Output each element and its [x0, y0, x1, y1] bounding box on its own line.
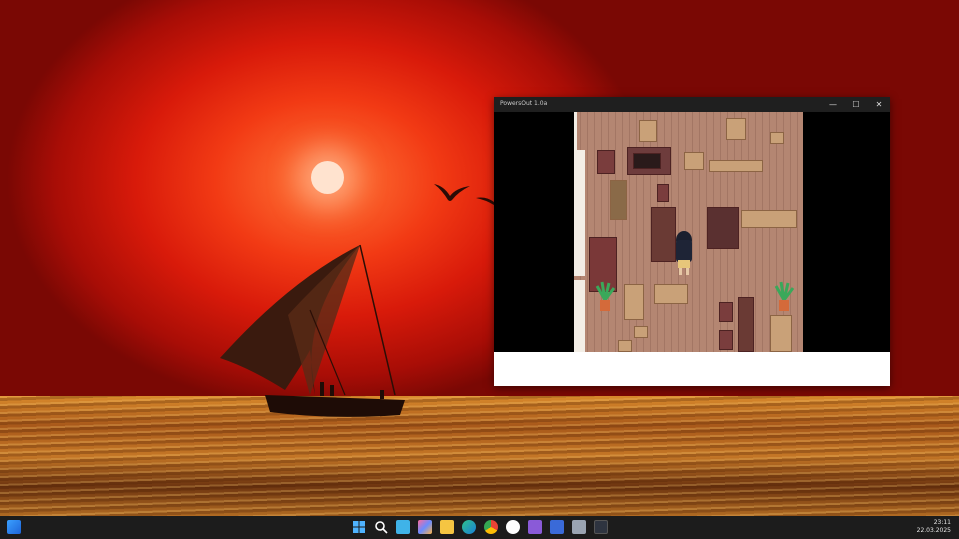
cardboard-box	[634, 326, 648, 338]
cardboard-box	[770, 315, 792, 352]
save-icon[interactable]	[550, 520, 564, 534]
window-footer-area	[494, 352, 890, 386]
chair	[719, 330, 733, 350]
visual-studio-icon[interactable]	[528, 520, 542, 534]
game-icon[interactable]	[594, 520, 608, 534]
seagull-icon	[434, 184, 470, 201]
minimize-button[interactable]: —	[822, 97, 844, 112]
file-explorer-icon[interactable]	[440, 520, 454, 534]
player-character	[676, 231, 692, 275]
clock-time: 23:11	[933, 519, 951, 526]
dining-table	[651, 207, 676, 262]
maximize-button[interactable]: ☐	[845, 97, 867, 112]
copilot-icon[interactable]	[418, 520, 432, 534]
sailboat-silhouette	[220, 244, 405, 417]
close-button[interactable]: ✕	[868, 97, 890, 112]
clock-date: 22.03.2025	[916, 527, 951, 534]
notepad-icon[interactable]	[396, 520, 410, 534]
powersout-game-window[interactable]: PowersOut 1.0a — ☐ ✕	[494, 97, 890, 386]
chrome-icon[interactable]	[484, 520, 498, 534]
sun	[311, 161, 344, 194]
cardboard-box	[709, 160, 763, 172]
yandex-icon[interactable]	[506, 520, 520, 534]
widgets-icon[interactable]	[7, 520, 21, 534]
potted-plant-icon	[595, 281, 616, 311]
cardboard-box	[624, 284, 644, 320]
tall-box	[610, 180, 627, 220]
chair	[719, 302, 733, 322]
chair	[597, 150, 615, 174]
left-wall	[574, 150, 585, 276]
window-title: PowersOut 1.0a	[500, 100, 548, 107]
tv-screen	[633, 153, 661, 169]
window-titlebar[interactable]: PowersOut 1.0a — ☐ ✕	[494, 97, 890, 112]
side-table	[738, 297, 754, 352]
bookshelf	[707, 207, 739, 249]
cardboard-box	[770, 132, 784, 144]
cardboard-box	[654, 284, 688, 304]
search-icon[interactable]	[374, 520, 388, 534]
potted-plant-icon	[774, 281, 795, 311]
game-viewport[interactable]	[494, 112, 890, 352]
cardboard-box	[618, 340, 632, 352]
system-clock[interactable]: 23:11 22.03.2025	[917, 519, 951, 535]
cardboard-box	[639, 120, 657, 142]
edge-icon[interactable]	[462, 520, 476, 534]
seagull-wing-icon	[476, 197, 494, 205]
chair	[657, 184, 669, 202]
taskbar: 23:11 22.03.2025	[0, 516, 959, 539]
printer-icon[interactable]	[572, 520, 586, 534]
start-icon[interactable]	[352, 520, 366, 534]
cardboard-box	[684, 152, 704, 170]
cardboard-box	[726, 118, 746, 140]
cardboard-box	[741, 210, 797, 228]
